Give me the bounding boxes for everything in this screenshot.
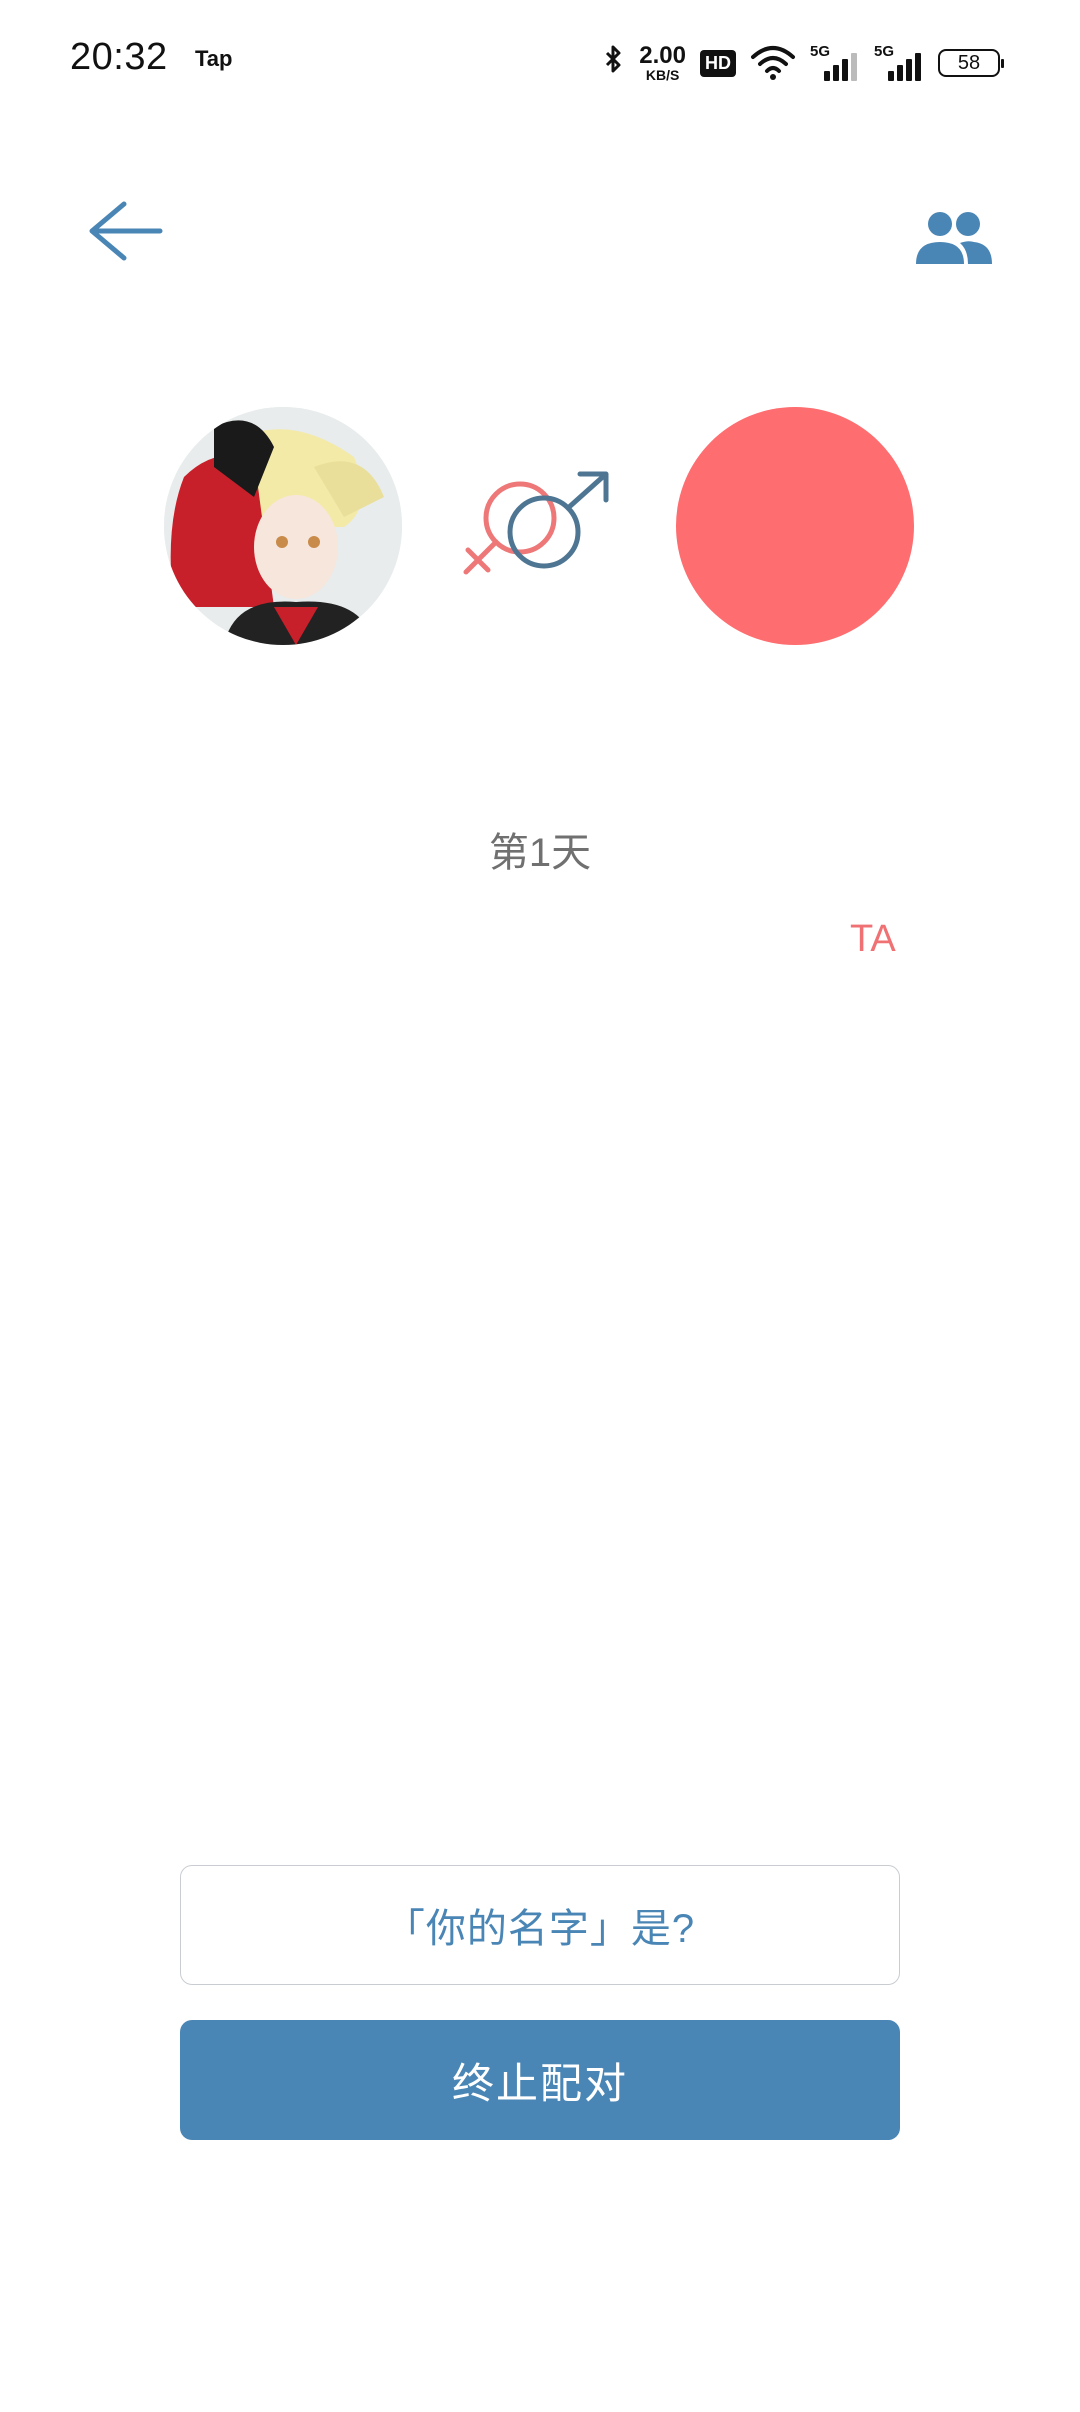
status-icons: 2.00 KB/S HD 5G 5G 58: [601, 38, 1004, 88]
anime-avatar-image: [164, 407, 402, 645]
wifi-icon: [751, 46, 795, 80]
people-icon[interactable]: [912, 206, 994, 268]
status-app-tag: Tap: [195, 46, 233, 71]
back-arrow-icon[interactable]: [84, 196, 164, 266]
signal-sim2-icon: 5G: [874, 43, 924, 83]
ta-label: TA: [850, 918, 896, 960]
name-question-button[interactable]: 「你的名字」是?: [180, 1865, 900, 1985]
hd-voice-icon: HD: [700, 49, 736, 77]
female-male-symbol-icon: [463, 471, 609, 575]
status-bar: 20:32 Tap 2.00 KB/S HD 5G 5G 58: [0, 0, 1080, 120]
status-time: 20:32: [70, 36, 168, 78]
end-pair-button[interactable]: 终止配对: [180, 2020, 900, 2140]
battery-icon: 58: [938, 49, 1004, 77]
user-avatar[interactable]: [164, 407, 402, 645]
signal-sim1-icon: 5G: [810, 43, 860, 83]
network-speed: 2.00 KB/S: [639, 42, 686, 83]
bluetooth-icon: [606, 45, 621, 73]
partner-avatar[interactable]: [676, 407, 914, 645]
pair-day-counter: 第1天: [488, 831, 592, 875]
